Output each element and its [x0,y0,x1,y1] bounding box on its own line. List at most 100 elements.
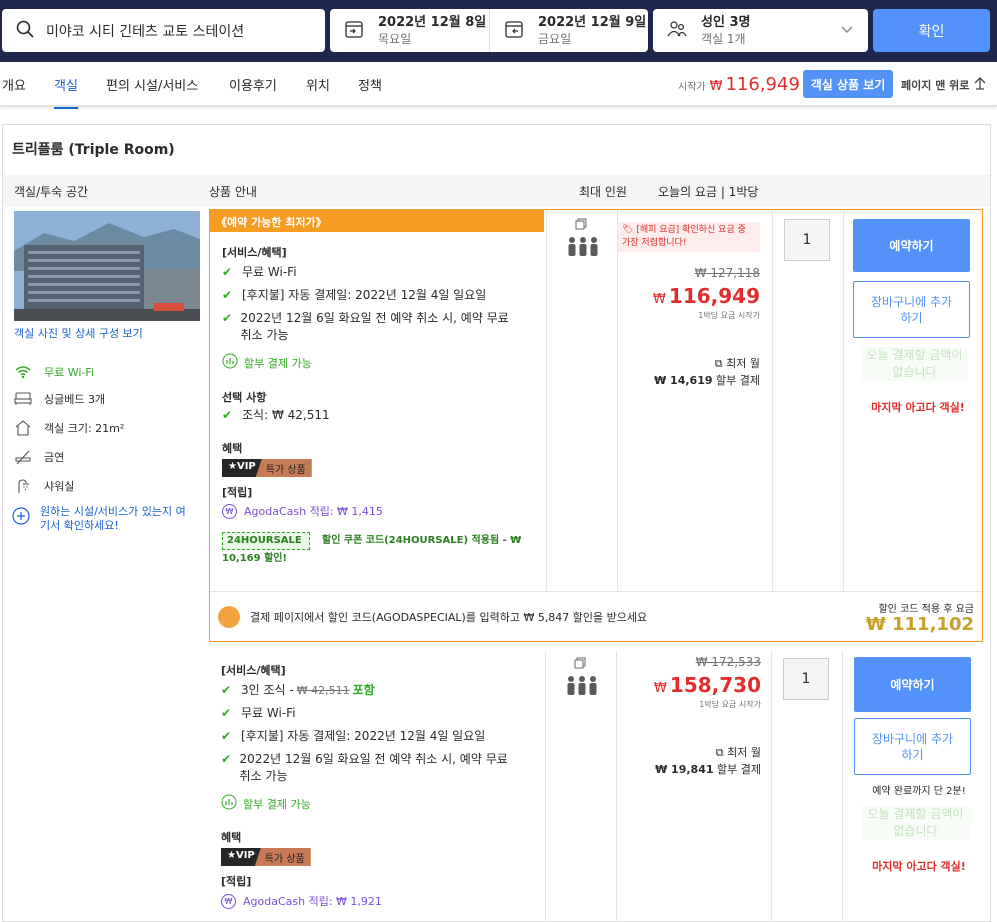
tab-policy[interactable]: 정책 [358,75,382,94]
search-bar: 미야코 시티 긴테츠 교토 스테이션 2022년 12월 8일 목요일 2022… [0,0,997,62]
divider [545,651,546,922]
installment-min: ⧉ 최저 월 ₩ 14,619 할부 결제 [654,355,760,389]
services-title: [서비스/혜택] [222,246,287,259]
service-text: 2022년 12월 6일 화요일 전 예약 취소 시, 예약 무료 취소 가능 [240,311,509,342]
room-qty-select[interactable]: 1 [783,658,829,700]
divider [546,210,547,591]
tab-reviews[interactable]: 이용후기 [229,75,277,94]
price-amount: 116,949 [668,284,760,308]
feature-wifi: 무료 Wi-Fi [14,364,94,380]
expand-icon[interactable] [575,218,587,233]
offer-row: [서비스/혜택] ✔ 3인 조식 - ₩ 42,511 포함 ✔ 무료 Wi-Fi… [209,651,983,922]
reserve-time-note: 예약 완료까지 단 2분! [872,786,966,797]
vip-deal-label: 특가 상품 [255,459,312,477]
installment-price: ₩ 19,841 [655,763,714,776]
divider [772,210,773,591]
tab-location[interactable]: 위치 [306,75,330,94]
people-icon [667,19,687,42]
service-item: ✔ 2022년 12월 6일 화요일 전 예약 취소 시, 예약 무료 취소 가… [222,310,522,344]
installment-icon [222,353,238,372]
coupon-coin-icon [218,606,240,628]
room-title: 트리플룸 (Triple Room) [12,142,175,158]
breakfast-price: ₩ 42,511 [296,684,350,697]
guests-field[interactable]: 성인 3명 객실 1개 [653,9,868,52]
tag-icon: 🏷 [622,225,634,235]
service-item: ✔ [후지불] 자동 결제일: 2022년 12월 4일 일요일 [221,728,531,745]
room-qty-select[interactable]: 1 [784,219,830,261]
tab-rooms[interactable]: 객실 [54,75,78,109]
price-currency: ₩ [654,681,667,696]
view-rooms-button[interactable]: 객실 상품 보기 [803,70,893,98]
add-to-cart-button[interactable]: 장바구니에 추가하기 [853,281,970,338]
offer-price: ₩116,949 [653,284,760,308]
installment-available[interactable]: 할부 결제 가능 [222,353,312,372]
divider [617,210,618,591]
col-product: 상품 안내 [209,185,257,199]
original-price: ₩ 172,533 [695,655,761,669]
installment-available[interactable]: 할부 결제 가능 [221,794,311,813]
guests-adults: 성인 3명 [701,14,751,30]
confirm-button[interactable]: 확인 [873,9,990,52]
calendar-out-icon [504,19,524,42]
no-smoking-icon [14,449,32,465]
options-title: 선택 사항 [222,391,267,404]
arrow-up-icon [969,76,987,93]
check-icon: ✔ [221,729,232,743]
search-icon [16,20,34,41]
book-button[interactable]: 예약하기 [853,219,970,272]
checkin-day: 목요일 [378,31,412,46]
vip-badge: ★VIP 특가 상품 [221,848,311,866]
points-title: [적립] [221,875,252,888]
room-photo[interactable] [14,211,200,321]
expand-icon[interactable] [574,657,586,672]
tab-nav: 개요 객실 편의 시설/서비스 이용후기 위치 정책 시작가 ₩ 116,949… [0,62,997,109]
service-text: 무료 Wi-Fi [242,265,297,279]
after-code-price-label: 할인 코드 적용 후 요금 [878,604,974,615]
vip-label: ★VIP [222,459,262,477]
breakfast-prefix: 3인 조식 - [241,683,294,697]
add-to-cart-button[interactable]: 장바구니에 추가하기 [854,718,971,775]
back-to-top-link[interactable]: 페이지 맨 위로 [901,76,987,93]
installment-min: ⧉ 최저 월 ₩ 19,841 할부 결제 [655,744,761,778]
feature-help-link[interactable]: 원하는 시설/서비스가 있는지 여기서 확인하세요! [12,505,192,533]
plus-circle-icon [12,507,30,533]
installment-label: 최저 월 [727,746,761,759]
col-max-guests: 최대 인원 [579,185,627,199]
feature-label: 싱글베드 3개 [44,393,106,406]
checkout-day: 금요일 [538,31,572,46]
coin-icon: ₩ [222,503,237,519]
shower-icon [14,478,32,494]
service-text: 2022년 12월 6일 화요일 전 예약 취소 시, 예약 무료 취소 가능 [239,752,508,783]
benefits-title: 혜택 [221,831,242,844]
check-icon: ✔ [221,683,232,697]
max-guests-icon [567,236,599,256]
divider [842,651,843,922]
after-code-price: ₩ 111,102 [865,614,974,635]
book-button[interactable]: 예약하기 [854,657,971,712]
checkin-field[interactable]: 2022년 12월 8일 목요일 [330,9,489,52]
feature-beds: 싱글베드 3개 [14,391,105,407]
feature-no-smoking: 금연 [14,449,64,465]
best-price-badge: 《예약 가능한 최저가》 [210,210,544,232]
price-note: 1박당 요금 시작가 [699,700,761,709]
price-amount: 158,730 [669,673,761,697]
divider [843,210,844,591]
guests-rooms: 객실 1개 [701,31,746,46]
services-title: [서비스/혜택] [221,664,286,677]
checkout-field[interactable]: 2022년 12월 9일 금요일 [489,9,648,52]
destination-field[interactable]: 미야코 시티 긴테츠 교토 스테이션 [2,9,325,52]
tab-overview[interactable]: 개요 [2,75,26,94]
price-note: 1박당 요금 시작가 [698,311,760,320]
service-item: ✔ 무료 Wi-Fi [222,264,522,281]
vip-deal-label: 특가 상품 [254,848,311,866]
installment-icon [221,794,237,813]
service-item: ✔ 2022년 12월 6일 화요일 전 예약 취소 시, 예약 무료 취소 가… [221,751,521,785]
room-photos-link[interactable]: 객실 사진 및 상세 구성 보기 [14,325,143,341]
feature-help-text: 원하는 시설/서비스가 있는지 여기서 확인하세요! [40,505,186,532]
breakfast-included: 포함 [352,683,375,697]
offer-row: 《예약 가능한 최저가》 [서비스/혜택] ✔ 무료 Wi-Fi ✔ [후지불]… [209,209,983,642]
tab-amenities[interactable]: 편의 시설/서비스 [106,75,198,94]
option-item: ✔ 조식: ₩ 42,511 [222,407,330,424]
coupon-code: 24HOURSALE [222,532,310,550]
start-price-label: 시작가 [678,82,706,93]
